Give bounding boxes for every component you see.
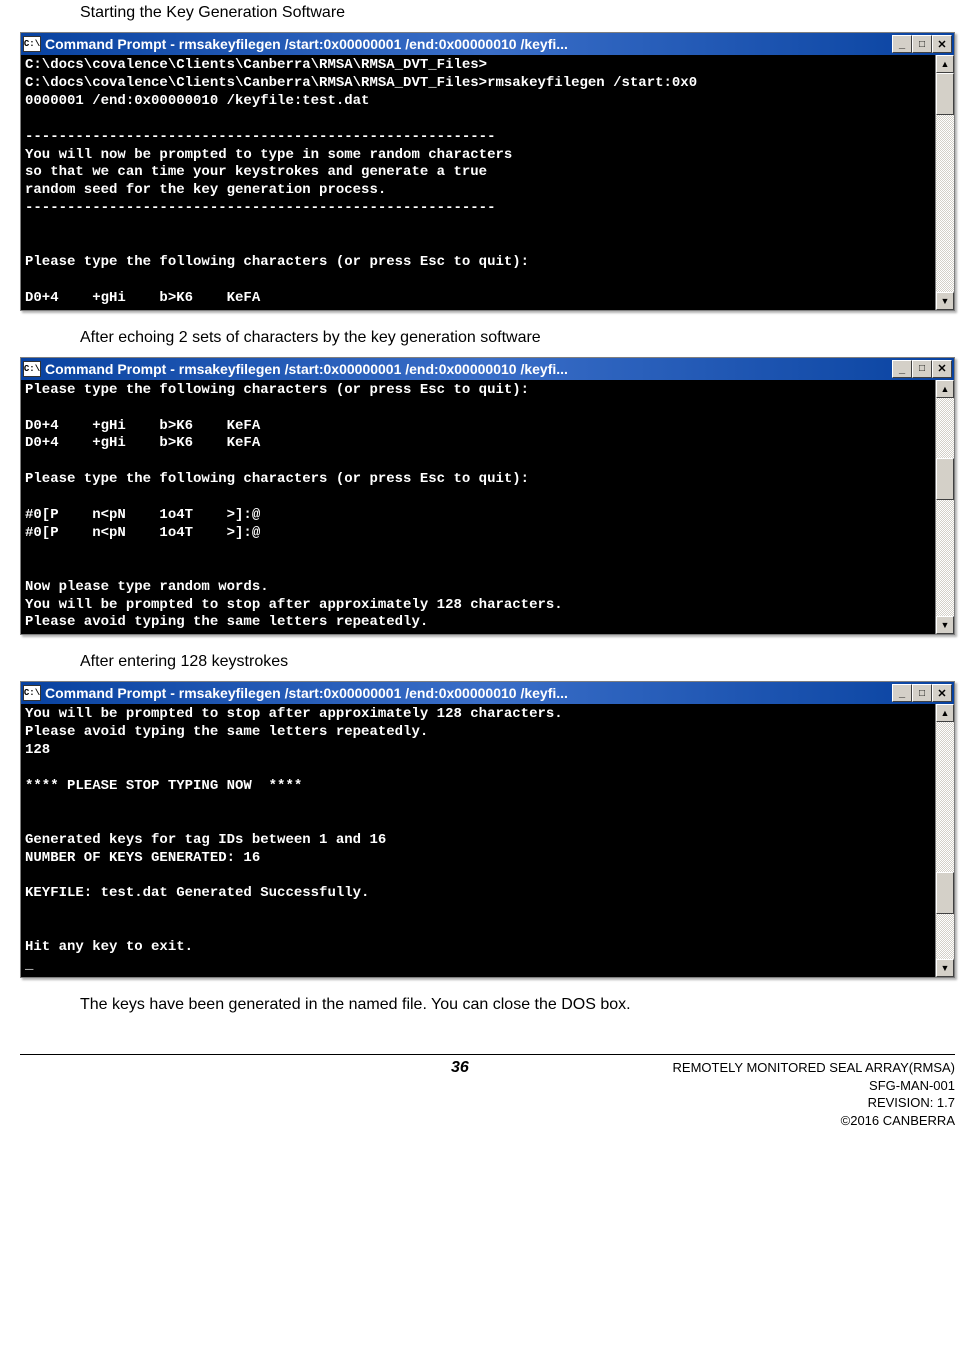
footer-line-3: REVISION: 1.7	[529, 1094, 955, 1112]
minimize-button[interactable]: _	[892, 35, 912, 53]
window-title: Command Prompt - rmsakeyfilegen /start:0…	[45, 361, 892, 377]
window-title: Command Prompt - rmsakeyfilegen /start:0…	[45, 36, 892, 52]
footer-line-4: ©2016 CANBERRA	[529, 1112, 955, 1130]
footer-line-1: REMOTELY MONITORED SEAL ARRAY(RMSA)	[529, 1059, 955, 1077]
scroll-thumb[interactable]	[936, 872, 954, 914]
maximize-button[interactable]: □	[912, 35, 932, 53]
scroll-track[interactable]	[936, 722, 954, 959]
titlebar: C:\ Command Prompt - rmsakeyfilegen /sta…	[21, 358, 954, 380]
scroll-up-icon[interactable]: ▲	[936, 55, 954, 73]
scrollbar[interactable]: ▲ ▼	[935, 55, 954, 310]
footer-line-2: SFG-MAN-001	[529, 1077, 955, 1095]
maximize-button[interactable]: □	[912, 360, 932, 378]
close-button[interactable]: ✕	[932, 35, 952, 53]
cmd-icon: C:\	[23, 685, 41, 701]
scroll-down-icon[interactable]: ▼	[936, 616, 954, 634]
scroll-up-icon[interactable]: ▲	[936, 704, 954, 722]
scroll-track[interactable]	[936, 398, 954, 617]
page-number: 36	[20, 1059, 529, 1129]
cmd-window-2: C:\ Command Prompt - rmsakeyfilegen /sta…	[20, 357, 955, 636]
scroll-thumb[interactable]	[936, 458, 954, 500]
close-button[interactable]: ✕	[932, 684, 952, 702]
scroll-up-icon[interactable]: ▲	[936, 380, 954, 398]
window-title: Command Prompt - rmsakeyfilegen /start:0…	[45, 685, 892, 701]
maximize-button[interactable]: □	[912, 684, 932, 702]
terminal-output-2: Please type the following characters (or…	[21, 380, 935, 635]
caption-1: Starting the Key Generation Software	[80, 4, 955, 22]
scrollbar[interactable]: ▲ ▼	[935, 380, 954, 635]
caption-4: The keys have been generated in the name…	[80, 996, 955, 1014]
footer-divider	[20, 1054, 955, 1055]
scroll-down-icon[interactable]: ▼	[936, 959, 954, 977]
titlebar: C:\ Command Prompt - rmsakeyfilegen /sta…	[21, 682, 954, 704]
cmd-icon: C:\	[23, 361, 41, 377]
page-footer: 36 REMOTELY MONITORED SEAL ARRAY(RMSA) S…	[20, 1059, 955, 1129]
cmd-window-3: C:\ Command Prompt - rmsakeyfilegen /sta…	[20, 681, 955, 978]
cmd-window-1: C:\ Command Prompt - rmsakeyfilegen /sta…	[20, 32, 955, 311]
terminal-output-3: You will be prompted to stop after appro…	[21, 704, 935, 977]
titlebar: C:\ Command Prompt - rmsakeyfilegen /sta…	[21, 33, 954, 55]
caption-2: After echoing 2 sets of characters by th…	[80, 329, 955, 347]
minimize-button[interactable]: _	[892, 360, 912, 378]
scroll-down-icon[interactable]: ▼	[936, 292, 954, 310]
scrollbar[interactable]: ▲ ▼	[935, 704, 954, 977]
scroll-track[interactable]	[936, 73, 954, 292]
terminal-output-1: C:\docs\covalence\Clients\Canberra\RMSA\…	[21, 55, 935, 310]
caption-3: After entering 128 keystrokes	[80, 653, 955, 671]
scroll-thumb[interactable]	[936, 73, 954, 115]
cmd-icon: C:\	[23, 36, 41, 52]
minimize-button[interactable]: _	[892, 684, 912, 702]
close-button[interactable]: ✕	[932, 360, 952, 378]
